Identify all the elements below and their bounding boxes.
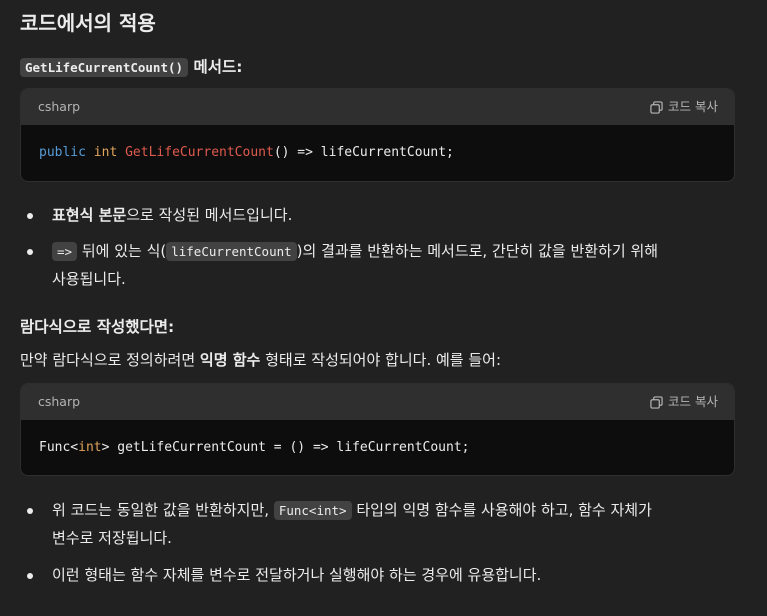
code-token-function: GetLifeCurrentCount (125, 145, 274, 161)
bullet-dot (27, 508, 33, 514)
chat-message: 코드에서의 적용 GetLifeCurrentCount() 메서드: csha… (0, 0, 767, 616)
list-item-text: 으로 작성된 메서드입니다. (126, 206, 293, 224)
lambda-heading: 람다식으로 작성했다면: (20, 318, 175, 336)
inline-code: Func<int> (273, 501, 352, 520)
bullet-dot (27, 249, 33, 255)
copy-icon (650, 395, 663, 409)
paragraph-text: 형태로 작성되어야 합니다. 예를 들어: (260, 351, 502, 369)
list-item-text: )의 결과를 반환하는 메서드로, 간단히 값을 반환하기 위해 (296, 242, 659, 260)
copy-code-label: 코드 복사 (668, 98, 718, 114)
inline-code: => (52, 242, 78, 261)
code-block: csharp 코드 복사 public int GetLifeCurrentCo… (20, 88, 735, 182)
list-item: 표현식 본문으로 작성된 메서드입니다. (52, 204, 742, 227)
code-block: csharp 코드 복사 Func< int > getLifeCurrentCou… (20, 383, 735, 476)
inline-code: lifeCurrentCount (166, 242, 297, 261)
inline-code: GetLifeCurrentCount() (20, 58, 189, 77)
code-token-plain: > getLifeCurrentCount = () => lifeCurren… (101, 439, 470, 455)
list-item: 위 코드는 동일한 값을 반환하지만, Func<int> 타입의 익명 함수를… (52, 499, 742, 522)
list-item-text: 위 코드는 동일한 값을 반환하지만, (52, 501, 274, 519)
bullet-dot (27, 573, 33, 579)
copy-icon (650, 100, 663, 114)
list-item: 이런 형태는 함수 자체를 변수로 전달하거나 실행해야 하는 경우에 유용합니… (52, 566, 542, 584)
bullet-dot (27, 213, 33, 219)
code-token-type: int (93, 145, 118, 161)
code-token-plain: () => lifeCurrentCount; (273, 145, 454, 161)
list-item-continuation: 변수로 저장됩니다. (52, 529, 172, 547)
code-content[interactable]: public int GetLifeCurrentCount() => life… (21, 125, 734, 181)
bold-text: 익명 함수 (199, 351, 261, 369)
method-heading: GetLifeCurrentCount() 메서드: (20, 56, 242, 79)
section-title: 코드에서의 적용 (20, 11, 156, 35)
copy-code-button[interactable]: 코드 복사 (650, 98, 718, 117)
list-item-text: 타입의 익명 함수를 사용해야 하고, 함수 자체가 (351, 501, 652, 519)
code-content[interactable]: Func< int > getLifeCurrentCount = () => li… (21, 420, 734, 475)
code-block-header: csharp 코드 복사 (21, 89, 734, 125)
list-item-continuation: 사용됩니다. (52, 270, 126, 288)
code-language-label: csharp (38, 393, 81, 409)
list-item-text: 뒤에 있는 식( (77, 242, 167, 260)
code-block-header: csharp 코드 복사 (21, 384, 734, 420)
paragraph-text: 만약 람다식으로 정의하려면 (20, 351, 200, 369)
code-token-type: int (78, 439, 102, 455)
bold-text: 표현식 본문 (52, 206, 127, 224)
lambda-paragraph: 만약 람다식으로 정의하려면 익명 함수 형태로 작성되어야 합니다. 예를 들… (20, 349, 750, 372)
list-item: => 뒤에 있는 식(lifeCurrentCount)의 결과를 반환하는 메… (52, 240, 742, 263)
copy-code-label: 코드 복사 (668, 393, 718, 409)
code-language-label: csharp (38, 98, 81, 114)
method-heading-suffix: 메서드: (193, 58, 243, 76)
code-token-plain: Func< (39, 439, 79, 455)
code-token-keyword: public (39, 145, 86, 161)
copy-code-button[interactable]: 코드 복사 (650, 393, 718, 412)
